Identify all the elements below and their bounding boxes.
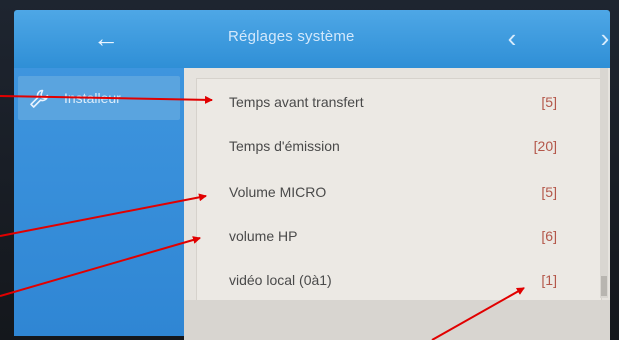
settings-list: Temps avant transfert [5] Temps d'émissi… — [196, 78, 602, 308]
page-title: Réglages système — [228, 28, 355, 45]
device-screen: ← Réglages système ‹ › Installeur Temps … — [0, 0, 619, 340]
setting-label: volume HP — [229, 228, 298, 244]
setting-label: Temps avant transfert — [229, 94, 364, 110]
chevron-left-icon: ‹ — [507, 23, 517, 53]
setting-row-temps-emission[interactable]: Temps d'émission [20] — [197, 125, 601, 169]
sidebar-item-installeur[interactable]: Installeur — [18, 76, 180, 120]
setting-row-video-local[interactable]: vidéo local (0à1) [1] — [197, 259, 601, 303]
sidebar-item-label: Installeur — [64, 90, 121, 106]
setting-value: [6] — [541, 228, 557, 244]
setting-value: [1] — [541, 272, 557, 288]
setting-row-volume-hp[interactable]: volume HP [6] — [197, 215, 601, 259]
back-button[interactable]: ← — [82, 18, 130, 58]
arrow-left-icon: ← — [93, 23, 119, 53]
wrench-icon-graphic — [30, 89, 49, 108]
setting-label: Volume MICRO — [229, 184, 327, 200]
wrench-icon — [28, 88, 50, 110]
next-page-button[interactable]: › — [589, 20, 619, 56]
panel-footer — [184, 300, 610, 340]
setting-row-temps-avant-transfert[interactable]: Temps avant transfert [5] — [197, 81, 601, 125]
chevron-right-icon: › — [600, 23, 610, 53]
sidebar: Installeur — [14, 68, 184, 336]
header-bar: ← Réglages système ‹ › — [14, 10, 610, 68]
settings-panel: Temps avant transfert [5] Temps d'émissi… — [184, 68, 610, 340]
setting-value: [20] — [533, 138, 557, 154]
setting-value: [5] — [541, 184, 557, 200]
previous-page-button[interactable]: ‹ — [496, 20, 528, 56]
scrollbar[interactable] — [600, 68, 608, 298]
setting-value: [5] — [541, 94, 557, 110]
setting-label: vidéo local (0à1) — [229, 272, 332, 288]
setting-row-volume-micro[interactable]: Volume MICRO [5] — [197, 171, 601, 215]
setting-label: Temps d'émission — [229, 138, 340, 154]
scrollbar-thumb[interactable] — [601, 276, 607, 296]
